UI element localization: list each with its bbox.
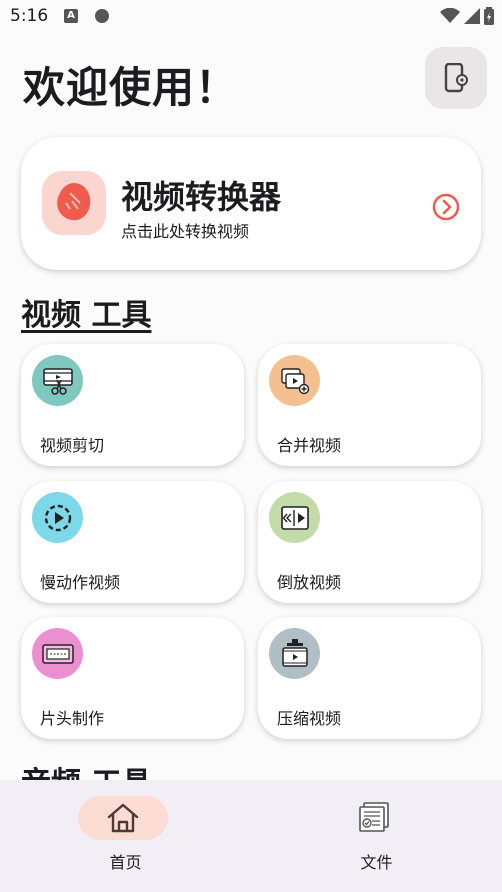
settings-button[interactable]	[425, 47, 487, 109]
tool-icon-bg	[269, 628, 320, 679]
compress-video-icon	[281, 638, 308, 667]
tool-label: 合并视频	[277, 436, 342, 455]
tool-icon-bg	[32, 628, 83, 679]
reverse-video-icon	[280, 505, 309, 530]
home-icon	[107, 803, 139, 833]
nav-pill-home	[78, 796, 168, 840]
page-title: 欢迎使用！	[23, 63, 239, 112]
tool-label: 视频剪切	[40, 436, 105, 455]
tool-card-slow-motion[interactable]: 慢动作视频	[21, 481, 244, 603]
status-time: 5:16	[10, 6, 49, 26]
video-cut-icon	[42, 367, 73, 395]
video-converter-icon	[57, 183, 91, 221]
video-tools-heading: 视频 工具	[21, 298, 152, 333]
nav-item-files[interactable]: 文件	[251, 780, 502, 892]
nav-label-home: 首页	[109, 853, 142, 872]
tool-card-merge-video[interactable]: 合并视频	[258, 344, 481, 466]
chevron-right-circle-icon	[432, 193, 460, 221]
tool-icon-bg	[32, 355, 83, 406]
slow-motion-icon	[44, 504, 71, 531]
tool-icon-bg	[269, 492, 320, 543]
status-bar: 5:16 A	[0, 0, 502, 34]
converter-title: 视频转换器	[121, 178, 282, 216]
battery-icon	[484, 7, 494, 25]
tool-card-video-cut[interactable]: 视频剪切	[21, 344, 244, 466]
bottom-nav: 首页 文件	[0, 780, 502, 892]
app-notification-dot-icon	[95, 9, 109, 23]
nav-item-home[interactable]: 首页	[0, 780, 251, 892]
intro-maker-icon	[41, 643, 74, 664]
tool-icon-bg	[32, 492, 83, 543]
tool-card-compress-video[interactable]: 压缩视频	[258, 617, 481, 739]
tool-label: 压缩视频	[277, 709, 342, 728]
tool-card-reverse-video[interactable]: 倒放视频	[258, 481, 481, 603]
wifi-icon	[440, 8, 460, 23]
converter-icon-bg	[42, 171, 106, 235]
nav-pill-files	[329, 796, 419, 840]
tool-label: 片头制作	[40, 709, 105, 728]
tool-label: 慢动作视频	[40, 573, 121, 592]
nav-label-files: 文件	[360, 853, 393, 872]
converter-subtitle: 点击此处转换视频	[121, 222, 250, 241]
signal-icon	[464, 8, 480, 24]
merge-video-icon	[280, 367, 309, 394]
files-icon	[359, 802, 389, 832]
status-icons	[440, 7, 494, 25]
tool-card-intro-maker[interactable]: 片头制作	[21, 617, 244, 739]
tool-label: 倒放视频	[277, 573, 342, 592]
app-notification-icon: A	[64, 9, 78, 23]
device-settings-icon	[444, 63, 468, 93]
tool-icon-bg	[269, 355, 320, 406]
video-converter-card[interactable]: 视频转换器 点击此处转换视频	[21, 137, 481, 270]
